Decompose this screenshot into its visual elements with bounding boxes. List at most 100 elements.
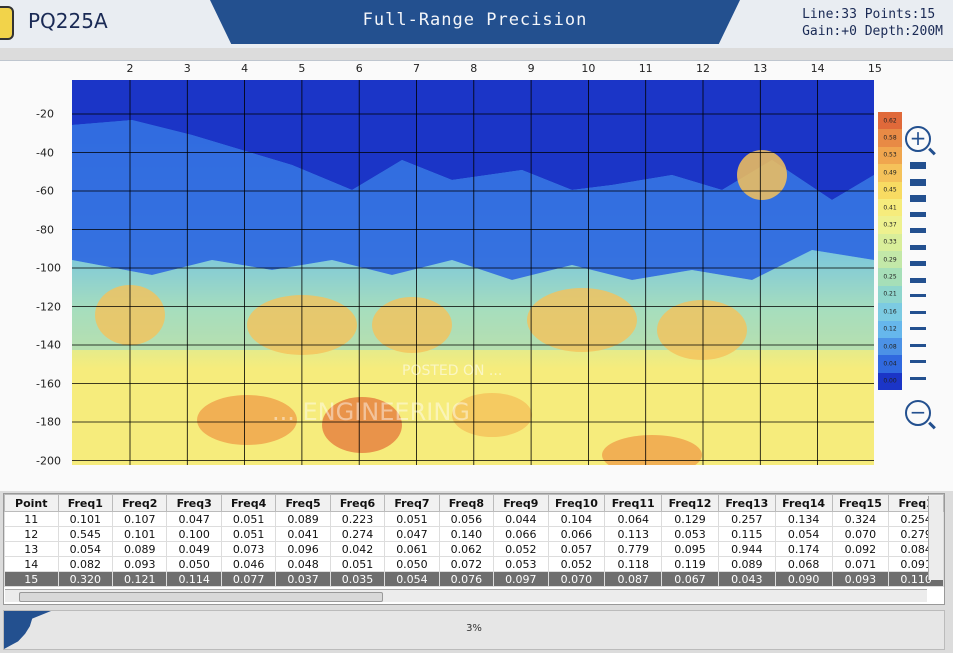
y-tick-label: -120 — [36, 300, 61, 313]
scale-value-label: 0.21 — [883, 290, 897, 298]
column-header[interactable]: Freq3 — [166, 494, 222, 512]
table-cell: 0.044 — [493, 511, 549, 527]
table-cell: 0.050 — [166, 556, 222, 572]
table-cell: 0.096 — [275, 541, 331, 557]
table-cell: 0.062 — [438, 541, 495, 557]
table-row[interactable]: 15 0.320 0.121 0.114 0.077 0.037 0.035 0.054 0.0… — [4, 571, 944, 587]
table-cell: 0.134 — [774, 511, 833, 527]
table-cell: 0.066 — [547, 526, 606, 542]
column-header[interactable]: Freq9 — [493, 494, 549, 512]
table-cell: 0.118 — [604, 556, 663, 572]
x-tick-label: 10 — [581, 62, 596, 75]
table-cell: 0.944 — [717, 541, 776, 557]
table-cell: 0.043 — [717, 571, 776, 587]
table-cell: 0.052 — [547, 556, 606, 572]
table-cell: 0.140 — [438, 526, 495, 542]
vertical-scrollbar[interactable] — [928, 496, 943, 580]
scale-value-label: 0.12 — [883, 325, 897, 333]
table-cell: 0.072 — [438, 556, 495, 572]
column-header[interactable]: Freq14 — [774, 494, 833, 512]
scale-value-label: 0.58 — [883, 134, 897, 142]
table-cell: 0.089 — [275, 511, 331, 527]
zoom-level-step — [910, 343, 926, 347]
table-cell: 0.051 — [384, 511, 440, 527]
table-cell: 0.092 — [831, 541, 890, 557]
zoom-level-step — [910, 228, 926, 233]
table-cell: 0.089 — [717, 556, 776, 572]
table-cell: 0.067 — [661, 571, 719, 587]
y-tick-label: -40 — [36, 146, 54, 159]
scale-value-label: 0.29 — [883, 256, 897, 264]
table-row[interactable]: 14 0.082 0.093 0.050 0.046 0.048 0.051 0.050 0.0… — [4, 556, 944, 572]
table-cell: 0.041 — [275, 526, 331, 542]
table-cell: 0.545 — [57, 526, 114, 542]
table-cell: 0.129 — [661, 511, 719, 527]
contour-heatmap[interactable]: POSTED ON ... ... ENGINEERING — [72, 80, 874, 465]
zoom-level-step — [910, 261, 926, 266]
table-cell: 11 — [4, 511, 59, 527]
zoom-level-step — [910, 376, 926, 380]
column-header[interactable]: Freq10 — [547, 494, 606, 512]
table-cell: 0.087 — [604, 571, 663, 587]
column-header[interactable]: Freq5 — [275, 494, 331, 512]
table-cell: 0.051 — [220, 526, 277, 542]
table-cell: 0.089 — [112, 541, 168, 557]
x-tick-label: 7 — [413, 62, 420, 75]
table-cell: 0.042 — [329, 541, 386, 557]
column-header[interactable]: Freq6 — [329, 494, 386, 512]
x-tick-label: 11 — [638, 62, 653, 75]
horizontal-scroll-thumb[interactable] — [19, 592, 383, 602]
zoom-level-step — [910, 162, 926, 169]
y-tick-label: -180 — [36, 415, 61, 429]
table-cell: 0.076 — [438, 571, 495, 587]
table-cell: 0.054 — [384, 571, 440, 587]
table-cell: 0.050 — [384, 556, 440, 572]
column-header[interactable]: Freq13 — [717, 494, 776, 512]
table-cell: 0.061 — [384, 541, 440, 557]
y-tick-label: -80 — [36, 223, 54, 236]
table-cell: 0.070 — [547, 571, 606, 587]
table-cell: 0.056 — [438, 511, 495, 527]
horizontal-scrollbar[interactable] — [5, 589, 927, 602]
column-header[interactable]: Freq2 — [112, 494, 168, 512]
column-header[interactable]: Freq4 — [220, 494, 277, 512]
table-row[interactable]: 11 0.101 0.107 0.047 0.051 0.089 0.223 0.051 0.0… — [4, 511, 944, 527]
table-cell: 0.324 — [831, 511, 890, 527]
table-cell: 13 — [4, 541, 59, 557]
table-cell: 0.274 — [329, 526, 386, 542]
table-cell: 0.093 — [112, 556, 168, 572]
table-cell: 0.048 — [275, 556, 331, 572]
x-tick-label: 3 — [183, 62, 191, 75]
zoom-in-icon[interactable]: + — [905, 126, 931, 152]
table-cell: 0.035 — [329, 571, 386, 587]
device-name: PQ225A — [28, 9, 108, 33]
table-cell: 0.095 — [661, 541, 719, 557]
column-header[interactable]: Freq15 — [831, 494, 890, 512]
watermark-text-1: POSTED ON ... — [402, 363, 502, 379]
mode-title: Full-Range Precision — [362, 10, 588, 30]
table-row[interactable]: 13 0.054 0.089 0.049 0.073 0.096 0.042 0.061 0.0… — [4, 541, 944, 557]
column-header[interactable]: Freq1 — [57, 494, 114, 512]
progress-label: 3% — [466, 623, 482, 634]
zoom-out-icon[interactable]: − — [905, 400, 931, 426]
scale-value-label: 0.41 — [883, 204, 897, 212]
table-cell: 0.320 — [57, 571, 114, 587]
table-cell: 0.054 — [57, 541, 114, 557]
scale-value-label: 0.25 — [883, 273, 897, 281]
scale-value-label: 0.62 — [883, 117, 897, 125]
table-cell: 0.115 — [717, 526, 776, 542]
x-tick-label: 13 — [753, 62, 768, 75]
column-header[interactable]: Freq8 — [438, 494, 495, 512]
column-header[interactable]: Freq7 — [384, 494, 440, 512]
column-header[interactable]: Freq12 — [661, 494, 719, 512]
table-row[interactable]: 12 0.545 0.101 0.100 0.051 0.041 0.274 0.047 0.1… — [4, 526, 944, 542]
scale-value-label: 0.49 — [883, 169, 897, 177]
x-tick-label: 4 — [241, 62, 249, 75]
table-cell: 0.097 — [493, 571, 549, 587]
column-header[interactable]: Freq11 — [604, 494, 663, 512]
watermark-text-2: ... ENGINEERING — [272, 398, 470, 426]
zoom-level-step — [910, 178, 926, 186]
x-tick-label: 9 — [527, 62, 535, 75]
column-header[interactable]: Point — [4, 494, 59, 512]
y-tick-label: -200 — [36, 454, 61, 467]
